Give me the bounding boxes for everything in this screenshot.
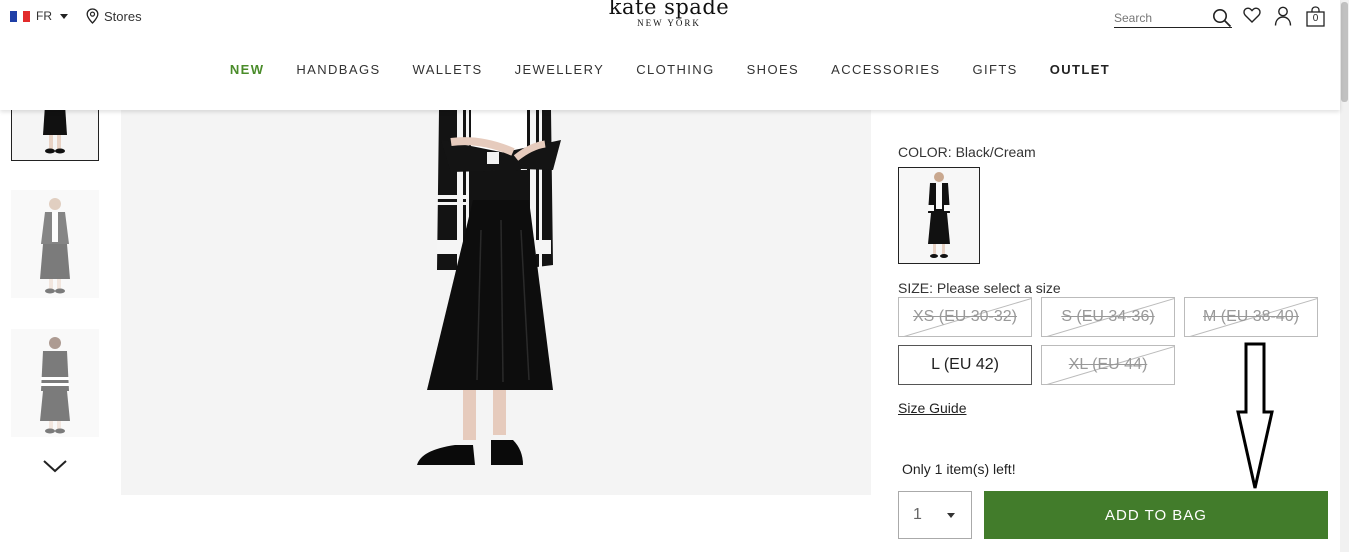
nav-item-clothing[interactable]: CLOTHING bbox=[636, 62, 714, 77]
nav-item-wallets[interactable]: WALLETS bbox=[413, 62, 483, 77]
nav-item-handbags[interactable]: HANDBAGS bbox=[296, 62, 380, 77]
search-icon[interactable] bbox=[1212, 8, 1232, 28]
locale-label: FR bbox=[36, 9, 52, 23]
color-label: COLOR: bbox=[898, 144, 952, 160]
nav-item-jewellery[interactable]: JEWELLERY bbox=[515, 62, 605, 77]
logo-subtitle: NEW YORK bbox=[637, 18, 701, 28]
size-option-m[interactable]: M (EU 38-40) bbox=[1184, 297, 1318, 337]
model-image bbox=[40, 198, 70, 294]
size-option-label: L (EU 42) bbox=[931, 356, 999, 373]
size-option-s[interactable]: S (EU 34-36) bbox=[1041, 297, 1175, 337]
search-box bbox=[1114, 8, 1232, 28]
color-value: Black/Cream bbox=[955, 144, 1036, 160]
stores-label: Stores bbox=[104, 8, 142, 24]
product-thumbnail-1[interactable] bbox=[11, 105, 99, 161]
nav-item-accessories[interactable]: ACCESSORIES bbox=[831, 62, 940, 77]
main-product-image[interactable] bbox=[121, 110, 871, 495]
nav-item-gifts[interactable]: GIFTS bbox=[972, 62, 1017, 77]
arrow-down-icon bbox=[1236, 342, 1274, 489]
shopping-bag-button[interactable]: 0 bbox=[1306, 6, 1325, 32]
stores-link[interactable]: Stores bbox=[86, 8, 142, 24]
chevron-down-icon bbox=[947, 513, 955, 518]
size-selection: SIZE: Please select a size bbox=[898, 280, 1061, 296]
size-option-label: XS (EU 30-32) bbox=[912, 308, 1018, 325]
size-option-l[interactable]: L (EU 42) bbox=[898, 345, 1032, 385]
nav-item-shoes[interactable]: SHOES bbox=[747, 62, 800, 77]
product-thumbnail-3[interactable] bbox=[11, 329, 99, 437]
color-swatch-black-cream[interactable] bbox=[898, 167, 980, 264]
size-label: SIZE: bbox=[898, 280, 934, 296]
logo-wordmark: kate spade bbox=[608, 0, 730, 19]
brand-logo[interactable]: kate spade NEW YORK bbox=[584, 0, 754, 28]
size-prompt: Please select a size bbox=[936, 280, 1061, 296]
bag-count: 0 bbox=[1312, 13, 1319, 24]
model-image bbox=[40, 337, 70, 434]
chevron-down-icon bbox=[60, 13, 68, 19]
search-input[interactable] bbox=[1114, 8, 1209, 27]
size-option-label: M (EU 38-40) bbox=[1202, 308, 1300, 325]
model-image bbox=[928, 172, 950, 258]
size-option-xl[interactable]: XL (EU 44) bbox=[1041, 345, 1175, 385]
model-image bbox=[417, 110, 561, 465]
chevron-down-icon[interactable] bbox=[42, 458, 68, 474]
location-pin-icon bbox=[86, 8, 99, 24]
product-thumbnail-2[interactable] bbox=[11, 190, 99, 298]
size-option-label: S (EU 34-36) bbox=[1061, 308, 1155, 325]
size-guide-link[interactable]: Size Guide bbox=[898, 400, 966, 416]
color-selection: COLOR: Black/Cream bbox=[898, 144, 1036, 160]
stock-notice: Only 1 item(s) left! bbox=[902, 461, 1016, 477]
site-header: FR Stores kate spade NEW YORK 0 NEW bbox=[0, 0, 1340, 110]
model-image bbox=[43, 106, 67, 154]
scrollbar-thumb[interactable] bbox=[1341, 2, 1348, 102]
quantity-select[interactable]: 1 bbox=[898, 491, 972, 539]
quantity-value: 1 bbox=[913, 506, 922, 523]
size-option-label: XL (EU 44) bbox=[1068, 356, 1148, 373]
heart-icon[interactable] bbox=[1243, 6, 1261, 24]
account-icon[interactable] bbox=[1274, 6, 1292, 26]
nav-item-outlet[interactable]: OUTLET bbox=[1050, 62, 1110, 77]
add-to-bag-button[interactable]: ADD TO BAG bbox=[984, 491, 1328, 539]
france-flag-icon bbox=[10, 10, 31, 22]
locale-selector[interactable]: FR bbox=[10, 9, 68, 23]
size-option-xs[interactable]: XS (EU 30-32) bbox=[898, 297, 1032, 337]
page-scrollbar[interactable] bbox=[1340, 0, 1349, 552]
main-navigation: NEW HANDBAGS WALLETS JEWELLERY CLOTHING … bbox=[0, 62, 1340, 77]
nav-item-new[interactable]: NEW bbox=[230, 62, 265, 77]
